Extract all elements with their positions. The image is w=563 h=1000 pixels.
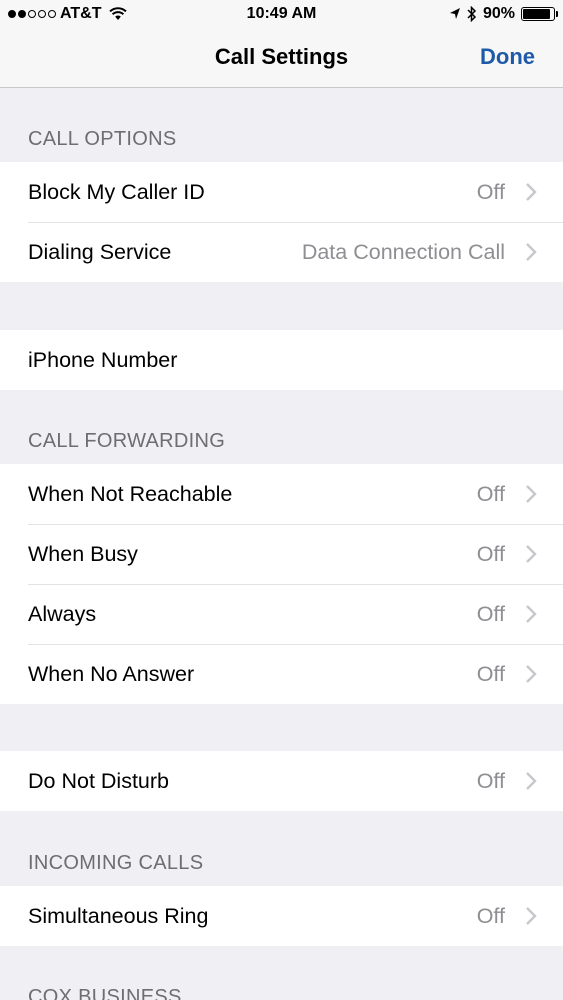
chevron-right-icon (525, 242, 537, 262)
battery-icon (521, 7, 558, 21)
chevron-right-icon (525, 484, 537, 504)
call-forwarding-group: When Not Reachable Off When Busy Off Alw… (0, 464, 563, 704)
chevron-right-icon (525, 604, 537, 624)
battery-fill (523, 9, 550, 19)
row-always[interactable]: Always Off (0, 584, 563, 644)
row-label: Always (28, 601, 97, 626)
row-label: When Busy (28, 541, 138, 566)
status-bar: AT&T 10:49 AM 90% (0, 0, 563, 30)
row-value: Off (476, 601, 505, 626)
row-do-not-disturb[interactable]: Do Not Disturb Off (0, 751, 563, 811)
bluetooth-icon (467, 6, 477, 22)
row-label: Dialing Service (28, 239, 172, 264)
row-dialing-service[interactable]: Dialing Service Data Connection Call (0, 222, 563, 282)
chevron-right-icon (525, 182, 537, 202)
chevron-right-icon (525, 771, 537, 791)
row-iphone-number[interactable]: iPhone Number (0, 330, 563, 390)
section-header-call-options: CALL OPTIONS (28, 128, 177, 150)
nav-bar: Call Settings Done (0, 30, 563, 88)
row-label: Do Not Disturb (28, 768, 169, 793)
row-label: iPhone Number (28, 347, 178, 372)
row-value: Off (476, 903, 505, 928)
chevron-right-icon (525, 544, 537, 564)
battery-percent: 90% (482, 5, 515, 22)
dnd-group: Do Not Disturb Off (0, 751, 563, 811)
row-simultaneous-ring[interactable]: Simultaneous Ring Off (0, 886, 563, 946)
row-value: Data Connection Call (301, 239, 505, 264)
row-label: Simultaneous Ring (28, 903, 209, 928)
row-value: Off (476, 541, 505, 566)
location-icon (449, 8, 460, 19)
row-when-no-answer[interactable]: When No Answer Off (0, 644, 563, 704)
row-value: Off (476, 179, 505, 204)
row-when-not-reachable[interactable]: When Not Reachable Off (0, 464, 563, 524)
row-value: Off (476, 661, 505, 686)
section-header-cox-business: COX BUSINESS (28, 986, 182, 1000)
page-title: Call Settings (214, 44, 349, 69)
row-value: Off (476, 768, 505, 793)
row-when-busy[interactable]: When Busy Off (0, 524, 563, 584)
section-header-call-forwarding: CALL FORWARDING (28, 430, 226, 452)
row-label: When No Answer (28, 661, 195, 686)
status-right: 90% (449, 5, 558, 23)
call-options-group: Block My Caller ID Off Dialing Service D… (0, 162, 563, 282)
chevron-right-icon (525, 664, 537, 684)
row-value: Off (476, 481, 505, 506)
incoming-calls-group: Simultaneous Ring Off (0, 886, 563, 946)
section-header-incoming-calls: INCOMING CALLS (28, 852, 204, 874)
row-block-caller-id[interactable]: Block My Caller ID Off (0, 162, 563, 222)
number-group: iPhone Number (0, 330, 563, 390)
chevron-right-icon (525, 906, 537, 926)
row-label: Block My Caller ID (28, 179, 205, 204)
row-label: When Not Reachable (28, 481, 233, 506)
done-button[interactable]: Done (480, 44, 535, 70)
